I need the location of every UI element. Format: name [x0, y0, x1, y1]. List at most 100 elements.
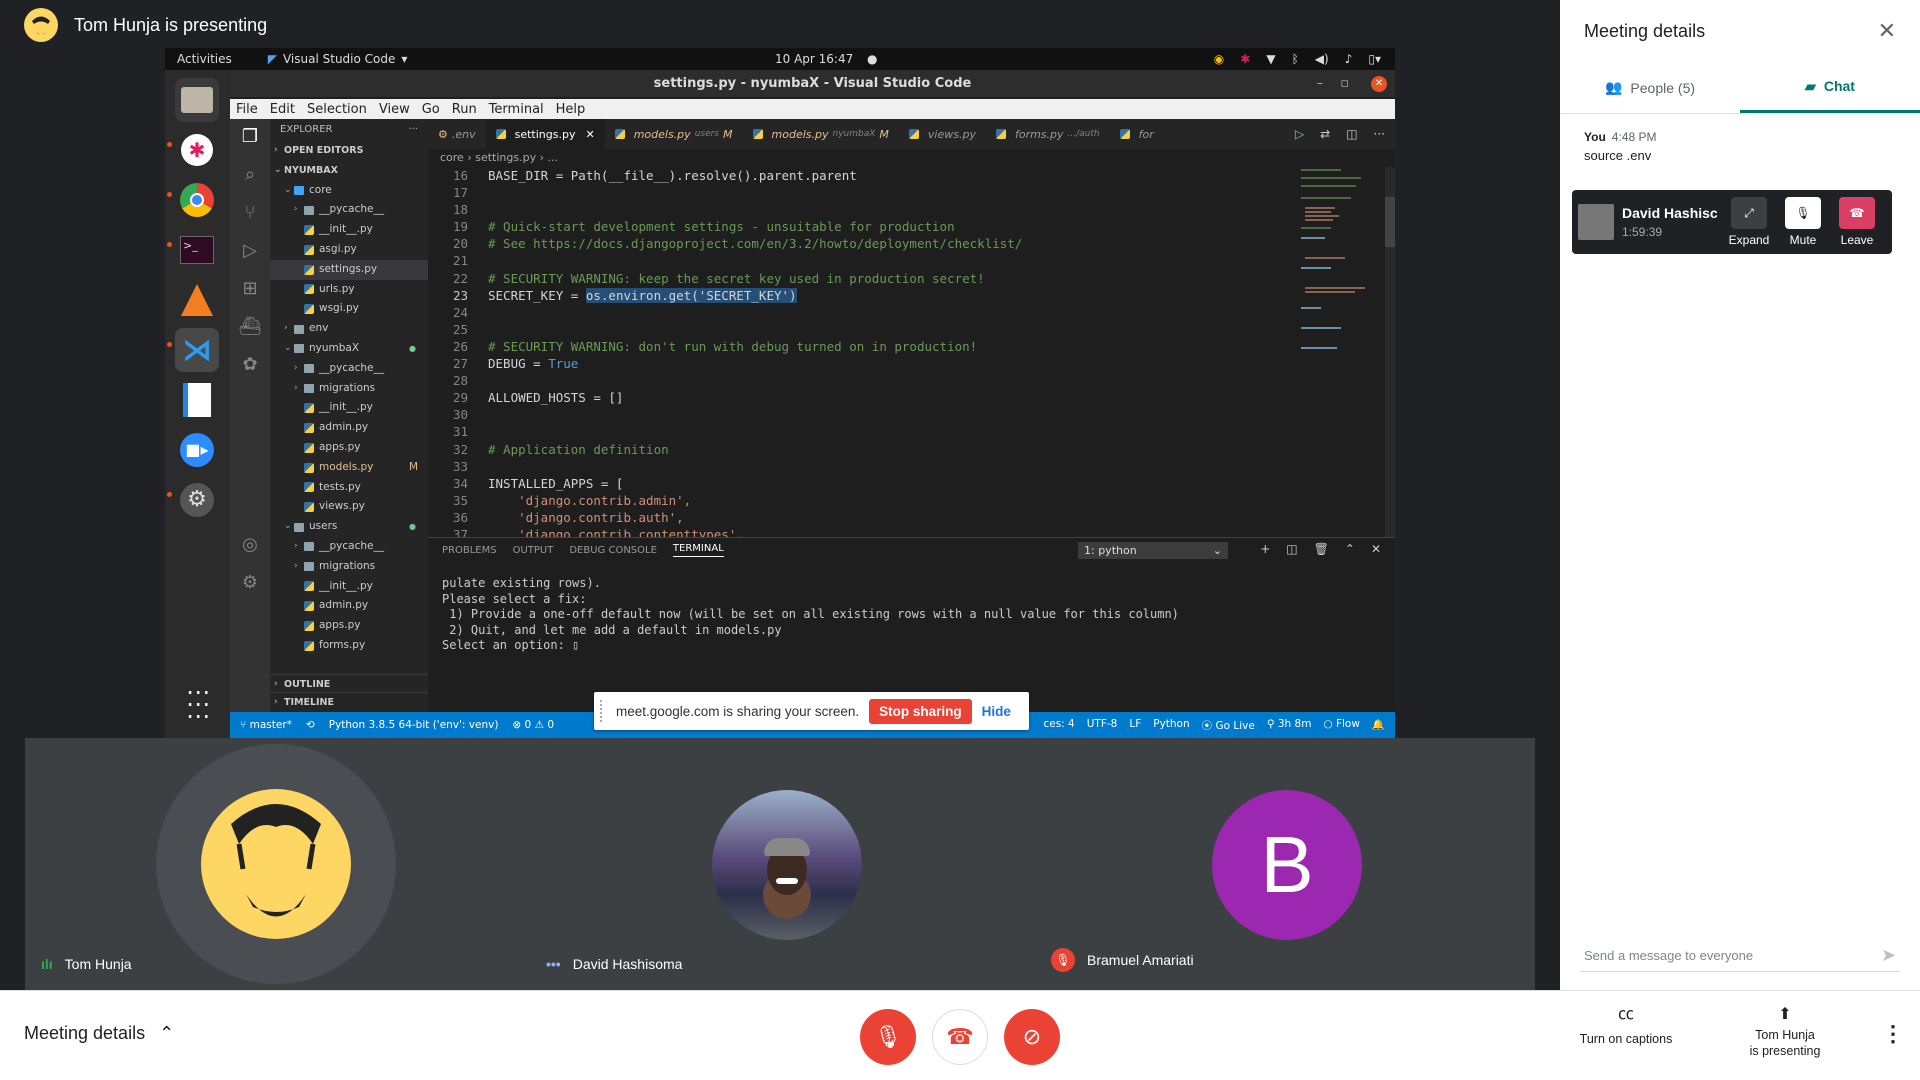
activities-label[interactable]: Activities: [177, 52, 232, 66]
terminal-output[interactable]: pulate existing rows). Please select a fi…: [428, 562, 1395, 654]
code-line[interactable]: 19 # Quick-start development settings - u…: [428, 218, 1328, 235]
bell-icon[interactable]: 🔔: [1372, 718, 1385, 733]
code-line[interactable]: 30: [428, 406, 1328, 423]
menu-terminal[interactable]: Terminal: [489, 102, 544, 117]
code-line[interactable]: 17: [428, 184, 1328, 201]
editor-tab[interactable]: settings.py ✕: [485, 119, 605, 149]
vscode-icon[interactable]: ⋊: [175, 328, 219, 372]
editor-area[interactable]: ⚙ .env settings.py ✕ models.py users Mmodels.p…: [428, 119, 1395, 712]
source-control-icon[interactable]: ⑂: [238, 201, 262, 225]
folder-item[interactable]: ⌄ users ●: [270, 517, 428, 537]
eol-status[interactable]: LF: [1129, 718, 1141, 733]
zoom-icon[interactable]: ■▸: [175, 428, 219, 472]
folder-item[interactable]: › __pycache__: [270, 537, 428, 557]
mic-toggle-button[interactable]: 🎙: [860, 1009, 916, 1065]
tab-chat[interactable]: ▰ Chat: [1740, 62, 1920, 113]
file-item[interactable]: models.py M: [270, 458, 428, 478]
folder-item[interactable]: › migrations: [270, 379, 428, 399]
python-interpreter-status[interactable]: Python 3.8.5 64-bit ('env': venv): [329, 719, 499, 731]
trash-icon[interactable]: 🗑: [1314, 542, 1329, 556]
split-editor-icon[interactable]: ◫: [1346, 127, 1357, 141]
minimap[interactable]: [1301, 167, 1381, 367]
compare-icon[interactable]: ⇄: [1320, 127, 1330, 141]
account-icon[interactable]: ◎: [238, 533, 262, 557]
leave-button[interactable]: ☎ Leave: [1830, 197, 1884, 247]
folder-item[interactable]: › __pycache__: [270, 359, 428, 379]
chat-input[interactable]: Send a message to everyone ➤: [1580, 940, 1900, 972]
close-icon[interactable]: ✕: [1878, 18, 1896, 44]
file-item[interactable]: asgi.py: [270, 240, 428, 260]
menu-help[interactable]: Help: [556, 102, 586, 117]
maximize-panel-icon[interactable]: ⌃: [1345, 542, 1355, 556]
menu-view[interactable]: View: [379, 102, 410, 117]
menu-run[interactable]: Run: [452, 102, 477, 117]
tab-output[interactable]: OUTPUT: [513, 545, 554, 556]
menu-file[interactable]: File: [236, 102, 258, 117]
terminal-select[interactable]: 1: python ⌄: [1078, 542, 1228, 559]
flow-status[interactable]: ○ Flow: [1323, 718, 1359, 733]
tab-problems[interactable]: PROBLEMS: [442, 545, 497, 556]
time-tracker-status[interactable]: ⚲ 3h 8m: [1267, 718, 1312, 733]
open-editors-section[interactable]: › OPEN EDITORS: [270, 141, 428, 161]
camera-toggle-button[interactable]: ⊘: [1004, 1009, 1060, 1065]
split-terminal-icon[interactable]: ◫: [1286, 542, 1297, 556]
code-line[interactable]: 28: [428, 372, 1328, 389]
captions-button[interactable]: ㏄ Turn on captions: [1566, 1007, 1686, 1047]
participant-tile[interactable]: B 🎙 Bramuel Amariati: [1035, 738, 1535, 990]
timeline-section[interactable]: › TIMELINE: [270, 692, 428, 712]
tab-people[interactable]: 👥 People (5): [1560, 62, 1740, 113]
stop-sharing-button[interactable]: Stop sharing: [869, 698, 972, 724]
hide-button[interactable]: Hide: [982, 704, 1011, 719]
code-line[interactable]: 20 # See https://docs.djangoproject.com/e…: [428, 235, 1328, 252]
language-status[interactable]: Python: [1153, 718, 1189, 733]
file-item[interactable]: __init__.py: [270, 398, 428, 418]
file-item[interactable]: tests.py: [270, 478, 428, 498]
clock[interactable]: 10 Apr 16:47: [775, 52, 853, 66]
indent-status[interactable]: ces: 4: [1043, 718, 1074, 733]
editor-tab[interactable]: models.py users M: [605, 119, 743, 149]
code-line[interactable]: 22 # SECURITY WARNING: keep the secret ke…: [428, 270, 1328, 287]
run-debug-icon[interactable]: ▷: [238, 239, 262, 263]
code-line[interactable]: 31: [428, 423, 1328, 440]
tab-debug-console[interactable]: DEBUG CONSOLE: [569, 545, 657, 556]
run-file-icon[interactable]: ▷: [1295, 127, 1304, 141]
mute-button[interactable]: 🎙 Mute: [1776, 197, 1830, 247]
editor-tab[interactable]: ⚙ .env: [428, 119, 486, 149]
code-line[interactable]: 35 'django.contrib.admin',: [428, 492, 1328, 509]
code-line[interactable]: 16 BASE_DIR = Path(__file__).resolve().pa…: [428, 167, 1328, 184]
sync-icon[interactable]: ⟲: [306, 719, 315, 731]
code-line[interactable]: 32 # Application definition: [428, 441, 1328, 458]
menu-selection[interactable]: Selection: [307, 102, 367, 117]
code-line[interactable]: 33: [428, 458, 1328, 475]
folder-item[interactable]: ⌄ core: [270, 181, 428, 201]
participant-tile[interactable]: ••• David Hashisoma: [530, 738, 1030, 990]
file-item[interactable]: views.py: [270, 497, 428, 517]
manage-gear-icon[interactable]: ⚙: [238, 571, 262, 595]
explorer-icon[interactable]: ❐: [238, 125, 262, 149]
menu-go[interactable]: Go: [422, 102, 440, 117]
code-line[interactable]: 18: [428, 201, 1328, 218]
editor-scrollbar[interactable]: [1385, 167, 1395, 537]
extensions-icon[interactable]: ⊞: [238, 277, 262, 301]
tab-close-icon[interactable]: ✕: [585, 128, 594, 141]
outline-section[interactable]: › OUTLINE: [270, 674, 428, 694]
code-line[interactable]: 25: [428, 321, 1328, 338]
editor-tab[interactable]: models.py nyumbaX M: [743, 119, 899, 149]
git-branch-status[interactable]: ⑂ master*: [240, 719, 292, 731]
window-close-icon[interactable]: ✕: [1371, 76, 1387, 92]
slack-icon[interactable]: ✱: [175, 128, 219, 172]
code-line[interactable]: 21: [428, 252, 1328, 269]
file-item[interactable]: apps.py: [270, 438, 428, 458]
menu-edit[interactable]: Edit: [270, 102, 295, 117]
code-line[interactable]: 24: [428, 304, 1328, 321]
shared-screen[interactable]: Activities ◤ Visual Studio Code ▾ 10 Apr 1…: [165, 48, 1395, 738]
code-line[interactable]: 26 # SECURITY WARNING: don't run with deb…: [428, 338, 1328, 355]
file-item[interactable]: settings.py: [270, 259, 428, 280]
paw-icon[interactable]: ✿: [238, 353, 262, 377]
breadcrumb[interactable]: core › settings.py › ...: [428, 149, 1395, 167]
file-item[interactable]: urls.py: [270, 280, 428, 300]
folder-item[interactable]: › __pycache__: [270, 200, 428, 220]
code-line[interactable]: 34 INSTALLED_APPS = [: [428, 475, 1328, 492]
search-icon[interactable]: ⌕: [238, 163, 262, 187]
code-line[interactable]: 27 DEBUG = True: [428, 355, 1328, 372]
